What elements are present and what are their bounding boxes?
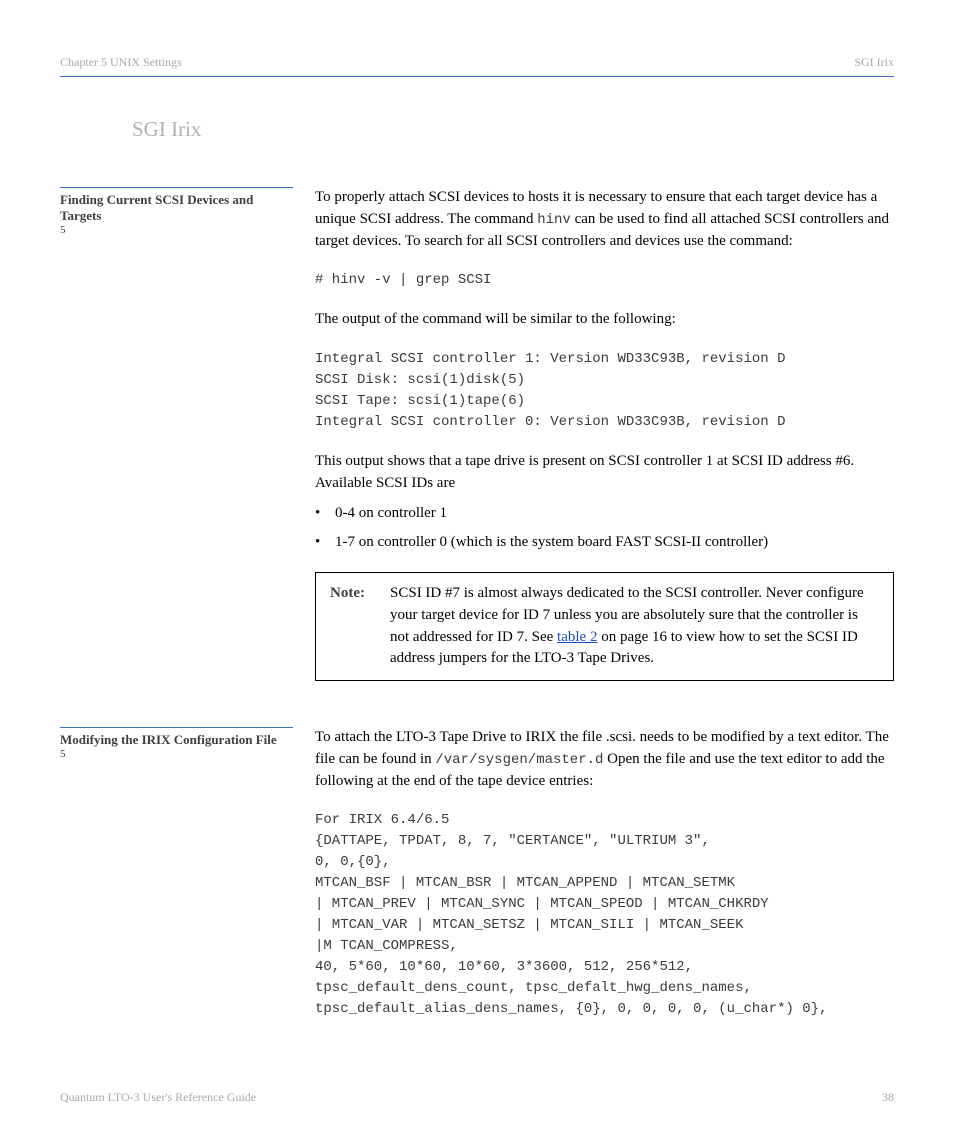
para-modify-scsi: To attach the LTO-3 Tape Drive to IRIX t…: [315, 727, 894, 792]
path-sysgen: /var/sysgen/master.d: [435, 752, 603, 768]
footer-doc-title: Quantum LTO-3 User's Reference Guide: [60, 1090, 256, 1105]
note-label: Note:: [330, 583, 390, 670]
page-footer: Quantum LTO-3 User's Reference Guide 38: [60, 1090, 894, 1105]
chapter-title: SGI Irix: [132, 117, 894, 142]
para-attach-devices: To properly attach SCSI devices to hosts…: [315, 187, 894, 252]
section-label-title: Finding Current SCSI Devices and Targets: [60, 192, 293, 224]
top-rule: [60, 76, 894, 77]
page-header: Chapter 5 UNIX Settings SGI Irix: [60, 55, 894, 70]
note-box: Note: SCSI ID #7 is almost always dedica…: [315, 572, 894, 681]
note-body: SCSI ID #7 is almost always dedicated to…: [390, 583, 879, 670]
para-output-shows: This output shows that a tape drive is p…: [315, 451, 894, 495]
section-body: To properly attach SCSI devices to hosts…: [293, 187, 894, 709]
section-modifying-config: Modifying the IRIX Configuration File 5 …: [60, 727, 894, 1038]
section-label-num: 5: [60, 224, 293, 236]
section-finding-devices: Finding Current SCSI Devices and Targets…: [60, 187, 894, 709]
section-label-num: 5: [60, 748, 293, 760]
code-irix-config: For IRIX 6.4/6.5 {DATTAPE, TPDAT, 8, 7, …: [315, 810, 894, 1020]
link-table-2[interactable]: table 2: [557, 629, 597, 645]
section-body: To attach the LTO-3 Tape Drive to IRIX t…: [293, 727, 894, 1038]
available-ids-list: 0-4 on controller 1 1-7 on controller 0 …: [315, 503, 894, 555]
footer-page-number: 38: [882, 1090, 894, 1105]
code-hinv-output: Integral SCSI controller 1: Version WD33…: [315, 349, 894, 433]
para-output-similar: The output of the command will be simila…: [315, 309, 894, 331]
section-label: Finding Current SCSI Devices and Targets…: [60, 187, 293, 709]
header-chapter: Chapter 5 UNIX Settings: [60, 55, 182, 70]
header-section: SGI Irix: [854, 55, 894, 70]
list-item: 0-4 on controller 1: [315, 503, 894, 525]
section-label-title: Modifying the IRIX Configuration File: [60, 732, 293, 748]
code-hinv-grep: # hinv -v | grep SCSI: [315, 270, 894, 291]
list-item: 1-7 on controller 0 (which is the system…: [315, 532, 894, 554]
section-label: Modifying the IRIX Configuration File 5: [60, 727, 293, 1038]
cmd-hinv: hinv: [537, 212, 571, 228]
